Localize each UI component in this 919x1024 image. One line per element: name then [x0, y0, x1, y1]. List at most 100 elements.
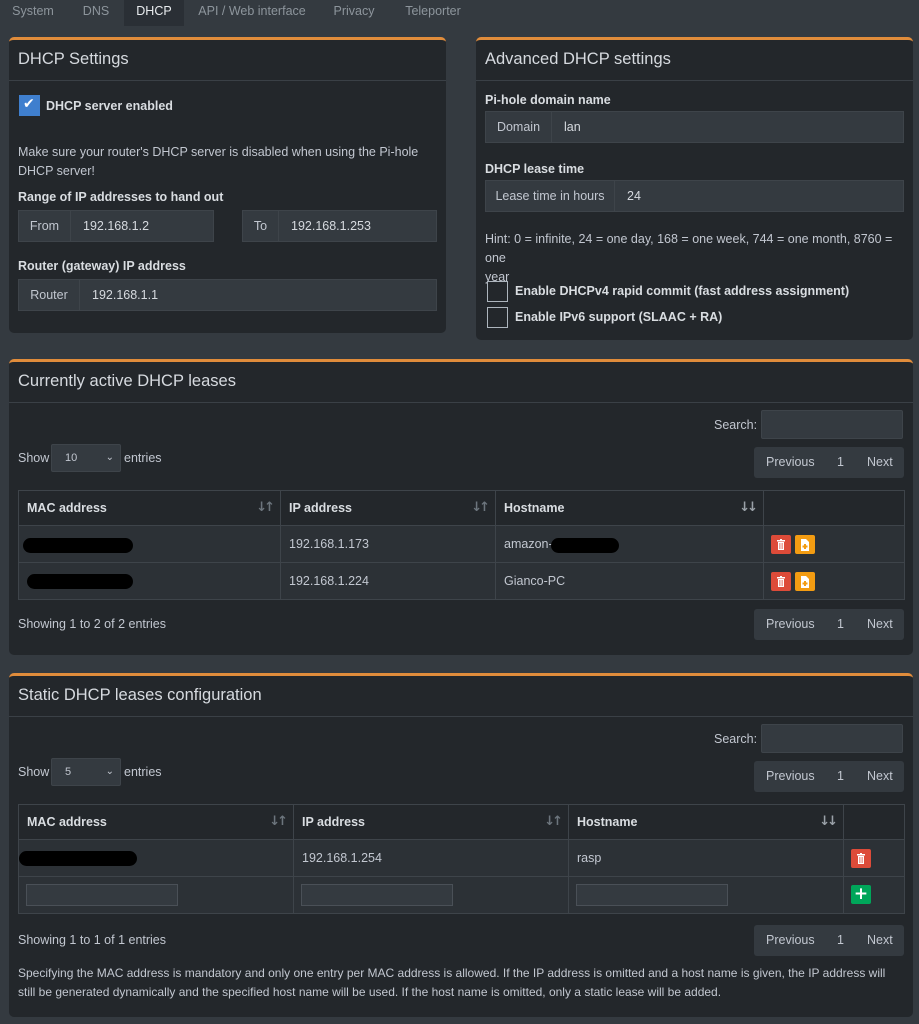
search-label: Search: [714, 732, 758, 746]
next-button[interactable]: Next [867, 769, 893, 783]
router-addon: Router [19, 280, 80, 310]
lease-section-label: DHCP lease time [485, 162, 585, 176]
table-info: Showing 1 to 1 of 1 entries [18, 933, 167, 947]
dhcp-warning-text: Make sure your router's DHCP server is d… [18, 145, 419, 178]
tab-system[interactable]: System [0, 0, 66, 26]
chevron-down-icon: ⌄ [105, 766, 114, 777]
new-lease-row: + [18, 876, 905, 914]
ip-cell: 192.168.1.224 [280, 562, 496, 600]
search-label: Search: [714, 418, 758, 432]
redacted-mac [19, 851, 137, 866]
redacted-mac [27, 574, 133, 589]
column-actions [763, 490, 905, 526]
search-input[interactable] [761, 410, 903, 439]
table-header-row: MAC address ↓↑ IP address ↓↑ Hostname ↓↓ [18, 804, 905, 840]
new-hostname-cell [568, 876, 844, 914]
new-hostname-input[interactable] [576, 884, 728, 906]
hostname-cell: Gianco-PC [495, 562, 764, 600]
table-header-row: MAC address ↓↑ IP address ↓↑ Hostname ↓↓ [18, 490, 905, 526]
to-input[interactable]: 192.168.1.253 [279, 211, 436, 241]
static-leases-title: Static DHCP leases configuration [18, 686, 262, 704]
trash-icon[interactable] [851, 849, 871, 868]
hostname-cell: amazon- [495, 525, 764, 563]
column-hostname[interactable]: Hostname ↓↓ [568, 804, 844, 840]
active-leases-table: MAC address ↓↑ IP address ↓↑ Hostname ↓↓ 19… [18, 490, 905, 600]
mac-cell [18, 562, 281, 600]
domain-section-label: Pi-hole domain name [485, 93, 611, 107]
tab-dns[interactable]: DNS [66, 0, 126, 26]
divider [9, 80, 446, 81]
previous-button[interactable]: Previous [766, 933, 815, 947]
sort-desc-icon: ↓↓ [819, 814, 838, 829]
dhcp-settings-title: DHCP Settings [18, 50, 129, 68]
ip-cell: 192.168.1.254 [293, 839, 569, 877]
static-leases-panel: Static DHCP leases configuration Search:… [9, 673, 913, 1017]
tab-privacy[interactable]: Privacy [318, 0, 390, 26]
ipv6-checkbox[interactable] [487, 307, 508, 328]
tab-teleporter[interactable]: Teleporter [390, 0, 476, 26]
pagination: Previous 1 Next [754, 761, 904, 792]
range-label: Range of IP addresses to hand out [18, 190, 224, 204]
sort-desc-icon: ↓↓ [739, 500, 758, 515]
next-button[interactable]: Next [867, 455, 893, 469]
search-input[interactable] [761, 724, 903, 753]
mac-cell [18, 839, 294, 877]
domain-addon: Domain [486, 112, 552, 142]
new-mac-input[interactable] [26, 884, 178, 906]
column-ip[interactable]: IP address ↓↑ [293, 804, 569, 840]
column-hostname[interactable]: Hostname ↓↓ [495, 490, 764, 526]
add-cell: + [843, 876, 905, 914]
page-1-button[interactable]: 1 [837, 617, 844, 631]
page-1-button[interactable]: 1 [837, 455, 844, 469]
show-label: Show [18, 451, 50, 465]
new-ip-input[interactable] [301, 884, 453, 906]
from-input[interactable]: 192.168.1.2 [71, 211, 213, 241]
column-actions [843, 804, 905, 840]
domain-input[interactable]: lan [552, 112, 903, 142]
lease-hint-text: Hint: 0 = infinite, 24 = one day, 168 = … [485, 232, 893, 284]
from-input-group: From 192.168.1.2 [18, 210, 214, 242]
copy-to-static-icon[interactable] [795, 572, 815, 591]
page-1-button[interactable]: 1 [837, 933, 844, 947]
page-1-button[interactable]: 1 [837, 769, 844, 783]
actions-cell [763, 525, 905, 563]
show-label: Show [18, 765, 50, 779]
active-leases-panel: Currently active DHCP leases Search: Sho… [9, 359, 913, 655]
dhcp-enabled-checkbox[interactable] [19, 95, 40, 116]
redacted-hostname [551, 538, 619, 553]
sort-icon: ↓↑ [471, 500, 490, 515]
table-row: 192.168.1.254 rasp [18, 839, 905, 877]
column-ip[interactable]: IP address ↓↑ [280, 490, 496, 526]
rapid-commit-checkbox[interactable] [487, 281, 508, 302]
redacted-mac [23, 538, 133, 553]
to-addon: To [243, 211, 279, 241]
lease-input-group: Lease time in hours 24 [485, 180, 904, 212]
column-mac[interactable]: MAC address ↓↑ [18, 804, 294, 840]
sort-icon: ↓↑ [256, 500, 275, 515]
dhcp-enabled-label: DHCP server enabled [46, 99, 173, 113]
divider [9, 716, 913, 717]
tab-dhcp[interactable]: DHCP [124, 0, 184, 26]
pagination: Previous 1 Next [754, 447, 904, 478]
from-addon: From [19, 211, 71, 241]
lease-input[interactable]: 24 [615, 181, 903, 211]
settings-tabs: System DNS DHCP API / Web interface Priv… [0, 0, 919, 26]
rapid-commit-label: Enable DHCPv4 rapid commit (fast address… [515, 284, 850, 298]
plus-icon[interactable]: + [851, 885, 871, 904]
trash-icon[interactable] [771, 572, 791, 591]
entries-select[interactable]: 5 ⌄ [51, 758, 121, 786]
copy-to-static-icon[interactable] [795, 535, 815, 554]
to-input-group: To 192.168.1.253 [242, 210, 437, 242]
previous-button[interactable]: Previous [766, 455, 815, 469]
next-button[interactable]: Next [867, 933, 893, 947]
ip-cell: 192.168.1.173 [280, 525, 496, 563]
entries-select[interactable]: 10 ⌄ [51, 444, 121, 472]
next-button[interactable]: Next [867, 617, 893, 631]
router-input[interactable]: 192.168.1.1 [80, 280, 436, 310]
previous-button[interactable]: Previous [766, 617, 815, 631]
trash-icon[interactable] [771, 535, 791, 554]
domain-input-group: Domain lan [485, 111, 904, 143]
tab-api-web-interface[interactable]: API / Web interface [186, 0, 318, 26]
previous-button[interactable]: Previous [766, 769, 815, 783]
column-mac[interactable]: MAC address ↓↑ [18, 490, 281, 526]
